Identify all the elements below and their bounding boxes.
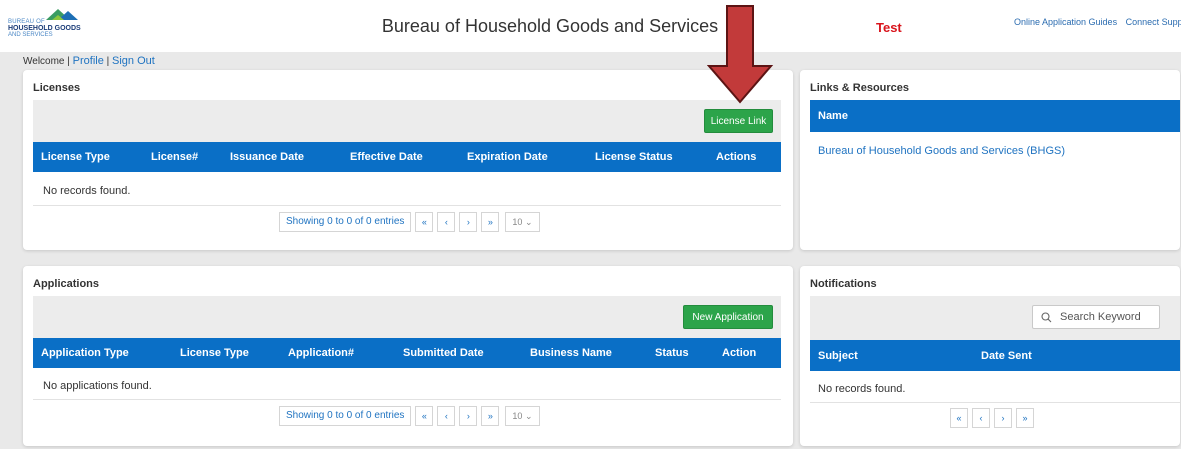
licenses-toolbar: License Link <box>33 100 781 142</box>
page-size-select[interactable]: 10 ⌄ <box>505 406 540 426</box>
down-arrow-icon <box>707 5 774 104</box>
online-application-guides-link[interactable]: Online Application Guides <box>1014 17 1117 27</box>
col-expiration-date[interactable]: Expiration Date <box>467 151 548 163</box>
applications-title: Applications <box>33 278 100 290</box>
environment-label: Test <box>876 20 902 35</box>
search-keyword-input[interactable] <box>1058 310 1158 324</box>
last-page-button[interactable]: » <box>1016 408 1034 428</box>
col-actions[interactable]: Actions <box>716 151 756 163</box>
col-issuance-date[interactable]: Issuance Date <box>230 151 304 163</box>
welcome-separator: | <box>106 56 110 67</box>
bhgs-resource-link[interactable]: Bureau of Household Goods and Services (… <box>818 145 1065 157</box>
page-size-select[interactable]: 10 ⌄ <box>505 212 540 232</box>
applications-table-header: Application Type License Type Applicatio… <box>33 338 781 368</box>
last-page-button[interactable]: » <box>481 212 500 232</box>
search-icon <box>1041 311 1052 322</box>
search-keyword-box[interactable] <box>1032 305 1160 329</box>
col-business-name[interactable]: Business Name <box>530 347 612 359</box>
next-page-button[interactable]: › <box>459 406 478 426</box>
notifications-table-header: Subject Date Sent <box>810 340 1180 371</box>
last-page-button[interactable]: » <box>481 406 500 426</box>
new-application-button[interactable]: New Application <box>683 305 773 329</box>
col-license-type[interactable]: License Type <box>41 151 110 163</box>
licenses-divider <box>33 205 781 206</box>
licenses-title: Licenses <box>33 82 81 94</box>
col-license-type[interactable]: License Type <box>180 347 249 359</box>
col-action[interactable]: Action <box>722 347 756 359</box>
col-license-status[interactable]: License Status <box>595 151 673 163</box>
page-size-value: 10 <box>512 217 523 227</box>
notifications-empty-message: No records found. <box>818 383 906 395</box>
licenses-pager: Showing 0 to 0 of 0 entries « ‹ › » 10 ⌄ <box>279 212 540 232</box>
licenses-empty-message: No records found. <box>43 185 131 197</box>
applications-entries-info: Showing 0 to 0 of 0 entries <box>279 406 412 426</box>
welcome-bar: Welcome | Profile | Sign Out <box>23 55 155 67</box>
links-table-header: Name <box>810 100 1180 132</box>
col-subject[interactable]: Subject <box>818 350 858 362</box>
prev-page-button[interactable]: ‹ <box>437 406 456 426</box>
licenses-card: Licenses License Link License Type Licen… <box>23 70 793 250</box>
notifications-pager: « ‹ › » <box>950 408 1034 428</box>
licenses-table-header: License Type License# Issuance Date Effe… <box>33 142 781 172</box>
applications-pager: Showing 0 to 0 of 0 entries « ‹ › » 10 ⌄ <box>279 406 540 426</box>
notifications-divider <box>810 402 1180 403</box>
licenses-entries-info: Showing 0 to 0 of 0 entries <box>279 212 412 232</box>
col-application-type[interactable]: Application Type <box>41 347 129 359</box>
first-page-button[interactable]: « <box>415 406 434 426</box>
notifications-toolbar <box>810 296 1180 340</box>
col-effective-date[interactable]: Effective Date <box>350 151 423 163</box>
col-submitted-date[interactable]: Submitted Date <box>403 347 484 359</box>
connect-support-link[interactable]: Connect Suppo <box>1126 17 1181 27</box>
col-date-sent[interactable]: Date Sent <box>981 350 1032 362</box>
page-size-value: 10 <box>512 411 523 421</box>
prev-page-button[interactable]: ‹ <box>437 212 456 232</box>
profile-link[interactable]: Profile <box>73 55 104 67</box>
col-status[interactable]: Status <box>655 347 689 359</box>
prev-page-button[interactable]: ‹ <box>972 408 990 428</box>
first-page-button[interactable]: « <box>415 212 434 232</box>
applications-divider <box>33 399 781 400</box>
col-application-number[interactable]: Application# <box>288 347 354 359</box>
sign-out-link[interactable]: Sign Out <box>112 55 155 67</box>
next-page-button[interactable]: › <box>994 408 1012 428</box>
top-header: BUREAU OF HOUSEHOLD GOODS AND SERVICES B… <box>0 0 1181 52</box>
applications-empty-message: No applications found. <box>43 380 152 392</box>
col-license-number[interactable]: License# <box>151 151 198 163</box>
site-title: Bureau of Household Goods and Services <box>381 16 719 36</box>
license-link-button[interactable]: License Link <box>704 109 773 133</box>
chevron-down-icon: ⌄ <box>524 411 533 421</box>
notifications-title: Notifications <box>810 278 877 290</box>
links-resources-card: Links & Resources Name Bureau of Househo… <box>800 70 1180 250</box>
top-links: Online Application Guides Connect Suppo <box>1014 17 1181 27</box>
notifications-card: Notifications Subject Date Sent No recor… <box>800 266 1180 446</box>
first-page-button[interactable]: « <box>950 408 968 428</box>
next-page-button[interactable]: › <box>459 212 478 232</box>
applications-card: Applications New Application Application… <box>23 266 793 446</box>
applications-toolbar: New Application <box>33 296 781 338</box>
welcome-text: Welcome | <box>23 56 70 67</box>
links-resources-title: Links & Resources <box>810 82 910 94</box>
chevron-down-icon: ⌄ <box>524 217 533 227</box>
col-name[interactable]: Name <box>818 110 848 122</box>
